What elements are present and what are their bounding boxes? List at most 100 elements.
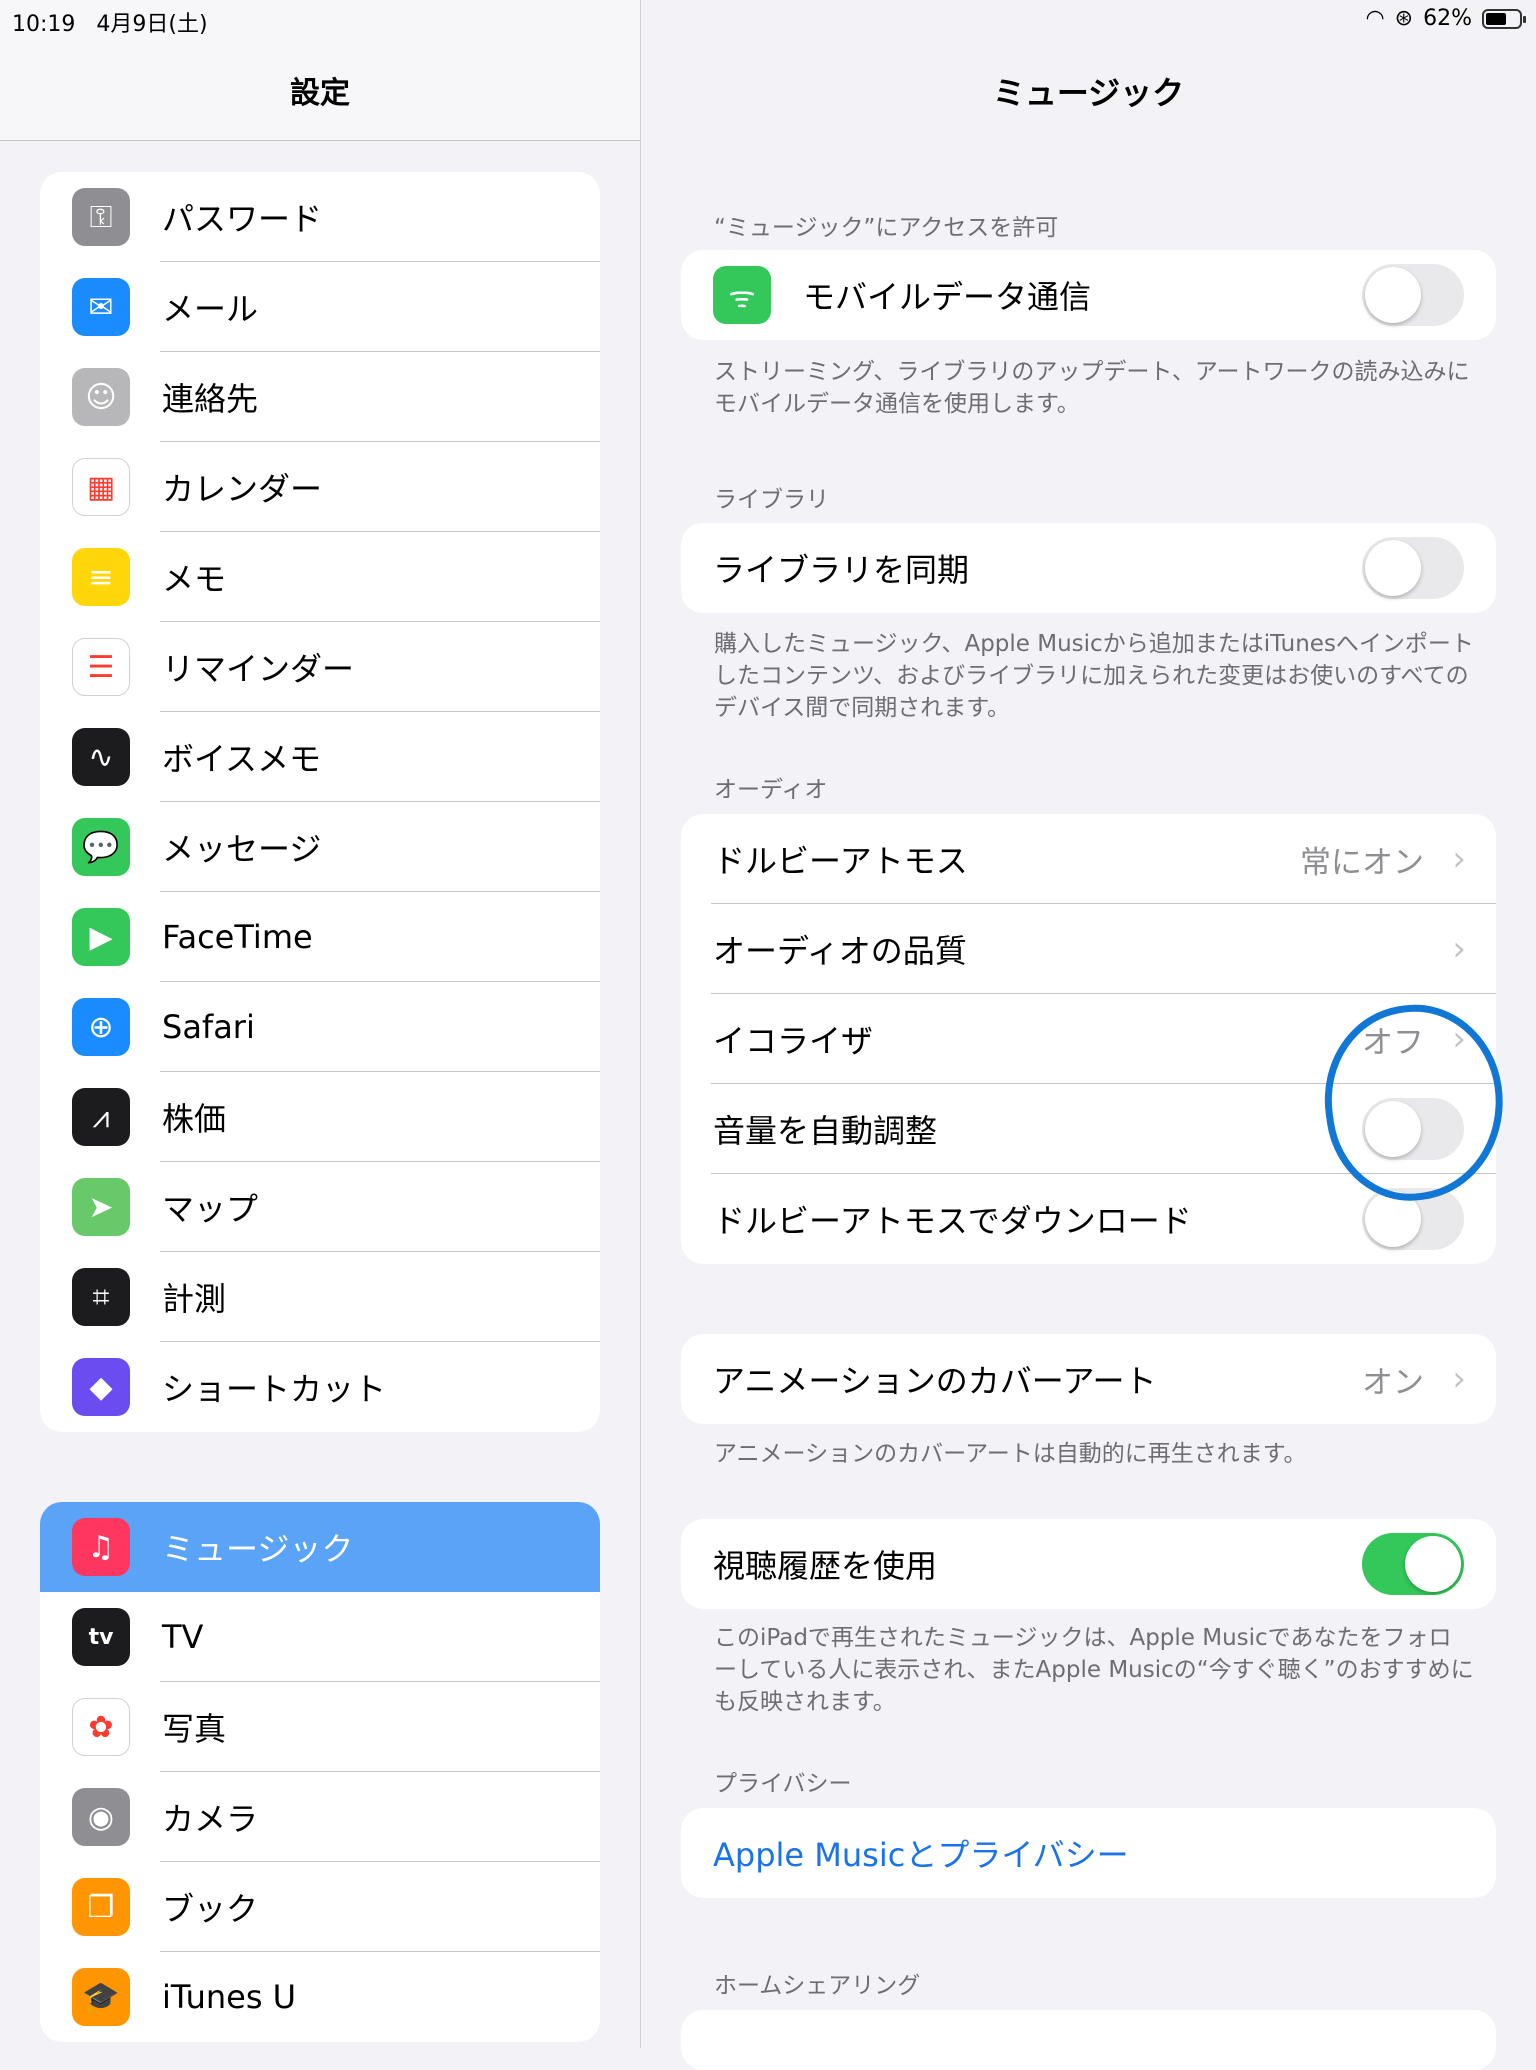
section-header-access: “ミュージック”にアクセスを許可: [714, 215, 1059, 241]
sidebar-item-label: リマインダー: [162, 650, 355, 688]
animated-art-footer: アニメーションのカバーアートは自動的に再生されます。: [714, 1441, 1307, 1467]
sidebar-item-label: メモ: [162, 560, 227, 598]
animated-art-row[interactable]: アニメーションのカバーアート オン ›: [681, 1334, 1496, 1424]
facetime-icon: ▶: [72, 908, 130, 966]
mobile-data-row[interactable]: ᯤ モバイルデータ通信: [681, 250, 1496, 340]
chevron-right-icon: ›: [1452, 929, 1466, 969]
section-header-privacy: プライバシー: [714, 1771, 852, 1797]
camera-icon: ◉: [72, 1788, 130, 1846]
audio-quality-row[interactable]: オーディオの品質 ›: [681, 904, 1496, 994]
listening-history-toggle[interactable]: [1362, 1533, 1464, 1595]
sidebar-item-facetime[interactable]: ▶ FaceTime: [40, 892, 600, 982]
sync-library-row[interactable]: ライブラリを同期: [681, 523, 1496, 613]
privacy-link-row[interactable]: Apple Musicとプライバシー: [681, 1808, 1496, 1898]
sidebar-item-label: 写真: [162, 1710, 227, 1748]
listening-history-footer: このiPadで再生されたミュージックは、Apple Musicであなたをフォロー…: [714, 1625, 1474, 1715]
sync-library-toggle[interactable]: [1362, 537, 1464, 599]
sidebar-item-label: マップ: [162, 1190, 259, 1228]
sidebar-item-label: パスワード: [162, 200, 323, 238]
sidebar-item-reminders[interactable]: ☰ リマインダー: [40, 622, 600, 712]
itunes-u-icon: 🎓: [72, 1968, 130, 2026]
sidebar-item-label: ショートカット: [162, 1370, 387, 1408]
sidebar-item-messages[interactable]: 💬 メッセージ: [40, 802, 600, 892]
voice-memos-icon: ∿: [72, 728, 130, 786]
sidebar-item-label: メッセージ: [162, 830, 322, 868]
sidebar-item-maps[interactable]: ➤ マップ: [40, 1162, 600, 1252]
sidebar-item-key[interactable]: ⚿ パスワード: [40, 172, 600, 262]
card-privacy: Apple Musicとプライバシー: [681, 1808, 1496, 1898]
sidebar-item-label: ブック: [162, 1890, 259, 1928]
sidebar-item-label: カメラ: [162, 1800, 259, 1838]
animated-art-value: オン: [1362, 1364, 1424, 1401]
listening-history-row[interactable]: 視聴履歴を使用: [681, 1519, 1496, 1609]
sidebar-item-label: 株価: [162, 1100, 227, 1138]
reminders-icon: ☰: [72, 638, 130, 696]
card-home-sharing: [681, 2010, 1496, 2070]
chevron-right-icon: ›: [1452, 1359, 1466, 1399]
calendar-icon: ▦: [72, 458, 130, 516]
sidebar-item-stocks[interactable]: ⩘ 株価: [40, 1072, 600, 1162]
battery-percent: 62%: [1423, 6, 1472, 31]
sync-library-footer: 購入したミュージック、Apple Musicから追加またはiTunesへインポー…: [714, 631, 1474, 721]
sidebar-item-voice-memos[interactable]: ∿ ボイスメモ: [40, 712, 600, 802]
dolby-atmos-row[interactable]: ドルビーアトモス 常にオン ›: [681, 814, 1496, 904]
notes-icon: ≡: [72, 548, 130, 606]
shortcuts-icon: ◆: [72, 1358, 130, 1416]
mobile-data-footer: ストリーミング、ライブラリのアップデート、アートワークの読み込みにモバイルデータ…: [714, 359, 1470, 417]
sidebar-item-label: メール: [162, 290, 259, 328]
photos-icon: ✿: [72, 1698, 130, 1756]
sidebar-item-tv[interactable]: tv TV: [40, 1592, 600, 1682]
maps-icon: ➤: [72, 1178, 130, 1236]
stocks-icon: ⩘: [72, 1088, 130, 1146]
card-library: ライブラリを同期: [681, 523, 1496, 613]
sidebar-item-mail[interactable]: ✉ メール: [40, 262, 600, 352]
sidebar-item-label: カレンダー: [162, 470, 323, 508]
sidebar-item-safari[interactable]: ⊕ Safari: [40, 982, 600, 1072]
dolby-download-label: ドルビーアトモスでダウンロード: [713, 1202, 1192, 1240]
animated-art-label: アニメーションのカバーアート: [713, 1362, 1157, 1400]
status-time: 10:19 4月9日(土): [12, 12, 208, 37]
sidebar-item-notes[interactable]: ≡ メモ: [40, 532, 600, 622]
sidebar-item-calendar[interactable]: ▦ カレンダー: [40, 442, 600, 532]
messages-icon: 💬: [72, 818, 130, 876]
sidebar-item-photos[interactable]: ✿ 写真: [40, 1682, 600, 1772]
sidebar-item-contacts[interactable]: ☺ 連絡先: [40, 352, 600, 442]
mobile-data-toggle[interactable]: [1362, 264, 1464, 326]
sidebar-item-label: ミュージック: [162, 1530, 354, 1568]
sidebar-item-measure[interactable]: ⌗ 計測: [40, 1252, 600, 1342]
books-icon: ❐: [72, 1878, 130, 1936]
sidebar-group-apps-1: ⚿ パスワード ✉ メール ☺ 連絡先 ▦ カレンダー ≡ メモ ☰ リマインダー ∿ ボイスメモ 💬 メッセ…: [40, 172, 600, 1432]
sidebar-item-label: 計測: [162, 1280, 227, 1318]
card-mobile-data: ᯤ モバイルデータ通信: [681, 250, 1496, 340]
contacts-icon: ☺: [72, 368, 130, 426]
measure-icon: ⌗: [72, 1268, 130, 1326]
dolby-atmos-label: ドルビーアトモス: [713, 842, 968, 880]
detail-title: ミュージック: [992, 74, 1185, 112]
mobile-data-label: モバイルデータ通信: [803, 278, 1092, 316]
sidebar-item-camera[interactable]: ◉ カメラ: [40, 1772, 600, 1862]
sidebar-item-itunes-u[interactable]: 🎓 iTunes U: [40, 1952, 600, 2042]
safari-icon: ⊕: [72, 998, 130, 1056]
status-bar: 10:19 4月9日(土) ◠ ⊛ 62%: [0, 0, 1536, 40]
sidebar-item-shortcuts[interactable]: ◆ ショートカット: [40, 1342, 600, 1432]
listening-history-label: 視聴履歴を使用: [713, 1547, 938, 1585]
privacy-link[interactable]: Apple Musicとプライバシー: [713, 1830, 1129, 1876]
sidebar-item-label: ボイスメモ: [162, 740, 322, 778]
sound-check-label: 音量を自動調整: [713, 1112, 938, 1150]
rotation-lock-icon: ⊛: [1394, 6, 1414, 31]
section-header-home-sharing: ホームシェアリング: [714, 1973, 921, 1999]
sidebar-item-label: FaceTime: [162, 918, 313, 956]
sync-library-label: ライブラリを同期: [713, 551, 970, 589]
sidebar-item-music[interactable]: ♫ ミュージック: [40, 1502, 600, 1592]
section-header-audio: オーディオ: [714, 777, 828, 803]
key-icon: ⚿: [72, 188, 130, 246]
sidebar-item-label: iTunes U: [162, 1978, 297, 2016]
sidebar-item-label: 連絡先: [162, 380, 259, 418]
sidebar-item-label: Safari: [162, 1008, 255, 1046]
settings-sidebar: 設定 ⚿ パスワード ✉ メール ☺ 連絡先 ▦ カレンダー ≡ メモ ☰ リマインダー ∿ ボイスメモ 💬…: [0, 0, 641, 2048]
antenna-icon: ᯤ: [713, 266, 771, 324]
battery-icon: [1482, 8, 1526, 29]
wifi-icon: ◠: [1365, 6, 1385, 31]
sidebar-item-books[interactable]: ❐ ブック: [40, 1862, 600, 1952]
mail-icon: ✉: [72, 278, 130, 336]
